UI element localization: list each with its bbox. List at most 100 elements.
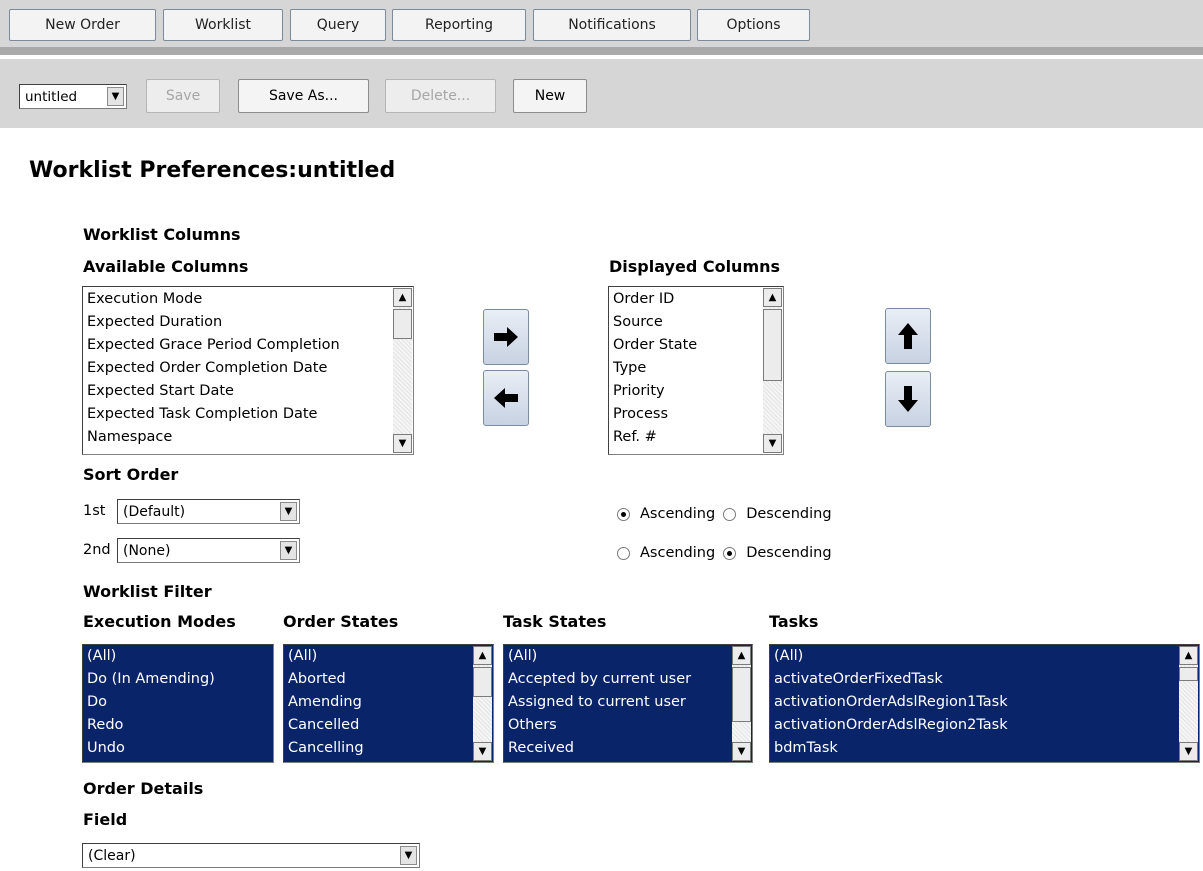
displayed-column-option[interactable]: Process bbox=[613, 403, 761, 426]
scroll-up-icon[interactable]: ▲ bbox=[473, 646, 492, 665]
tab-worklist[interactable]: Worklist bbox=[163, 9, 283, 41]
tab-reporting[interactable]: Reporting bbox=[392, 9, 526, 41]
scroll-thumb[interactable] bbox=[473, 667, 492, 697]
sort-first-select[interactable]: (Default) ▼ bbox=[117, 499, 300, 524]
task-option[interactable]: activateOrderFixedTask bbox=[774, 669, 1177, 692]
scroll-up-icon[interactable]: ▲ bbox=[1179, 646, 1198, 665]
scroll-thumb[interactable] bbox=[732, 667, 751, 722]
arrow-up-icon bbox=[898, 323, 918, 349]
order-state-option[interactable]: Amending bbox=[288, 692, 471, 715]
sort-second-descending-radio[interactable] bbox=[723, 546, 737, 560]
displayed-column-option[interactable]: Type bbox=[613, 357, 761, 380]
task-state-option[interactable]: Received bbox=[508, 738, 730, 761]
scroll-down-icon[interactable]: ▼ bbox=[1179, 742, 1198, 761]
displayed-columns-scrollbar[interactable]: ▲ ▼ bbox=[763, 288, 782, 453]
order-states-list[interactable]: (All) Aborted Amending Cancelled Cancelling … bbox=[283, 644, 494, 763]
displayed-columns-list[interactable]: Order ID Source Order State Type Priority Pro… bbox=[608, 286, 784, 455]
execution-mode-option[interactable]: Do (In Amending) bbox=[87, 669, 269, 692]
tab-query[interactable]: Query bbox=[290, 9, 386, 41]
sort-second-select[interactable]: (None) ▼ bbox=[117, 538, 300, 563]
displayed-column-option[interactable]: Ref. # bbox=[613, 426, 761, 449]
available-column-option[interactable]: Execution Mode bbox=[87, 288, 391, 311]
scroll-down-icon[interactable]: ▼ bbox=[763, 434, 782, 453]
task-option[interactable]: activationOrderAdslRegion2Task bbox=[774, 715, 1177, 738]
available-column-option[interactable]: Namespace bbox=[87, 426, 391, 449]
preference-select-value: untitled bbox=[25, 88, 78, 105]
scroll-up-icon[interactable]: ▲ bbox=[732, 646, 751, 665]
available-columns-scrollbar[interactable]: ▲ ▼ bbox=[393, 288, 412, 453]
scroll-up-icon[interactable]: ▲ bbox=[393, 288, 412, 307]
displayed-column-option[interactable]: Priority bbox=[613, 380, 761, 403]
available-column-option[interactable]: Expected Order Completion Date bbox=[87, 357, 391, 380]
order-details-heading: Order Details bbox=[83, 779, 204, 798]
order-state-option[interactable]: Cancelled bbox=[288, 715, 471, 738]
task-option[interactable]: activationOrderAdslRegion1Task bbox=[774, 692, 1177, 715]
chevron-down-icon[interactable]: ▼ bbox=[107, 87, 124, 106]
available-column-option[interactable]: Expected Start Date bbox=[87, 380, 391, 403]
task-option[interactable]: (All) bbox=[774, 646, 1177, 669]
move-column-down-button[interactable] bbox=[885, 371, 931, 427]
move-column-up-button[interactable] bbox=[885, 308, 931, 364]
execution-mode-option[interactable]: Do bbox=[87, 692, 269, 715]
arrow-down-icon bbox=[898, 386, 918, 412]
scroll-down-icon[interactable]: ▼ bbox=[393, 434, 412, 453]
delete-button[interactable]: Delete... bbox=[385, 79, 496, 113]
execution-modes-list[interactable]: (All) Do (In Amending) Do Redo Undo bbox=[82, 644, 274, 763]
task-state-option[interactable]: (All) bbox=[508, 646, 730, 669]
execution-mode-option[interactable]: Redo bbox=[87, 715, 269, 738]
chevron-down-icon[interactable]: ▼ bbox=[280, 541, 297, 560]
order-state-option[interactable]: (All) bbox=[288, 646, 471, 669]
task-state-option[interactable]: Assigned to current user bbox=[508, 692, 730, 715]
preference-select[interactable]: untitled ▼ bbox=[19, 84, 127, 109]
available-columns-list[interactable]: Execution Mode Expected Duration Expected … bbox=[82, 286, 414, 455]
scroll-down-icon[interactable]: ▼ bbox=[732, 742, 751, 761]
chevron-down-icon[interactable]: ▼ bbox=[400, 846, 417, 865]
available-column-option[interactable]: Expected Grace Period Completion bbox=[87, 334, 391, 357]
scroll-thumb[interactable] bbox=[1179, 667, 1198, 681]
scroll-thumb[interactable] bbox=[393, 309, 412, 339]
sort-order-heading: Sort Order bbox=[83, 465, 179, 484]
ascending-label: Ascending bbox=[640, 545, 716, 561]
execution-mode-option[interactable]: (All) bbox=[87, 646, 269, 669]
task-state-option[interactable]: Others bbox=[508, 715, 730, 738]
order-details-field-select[interactable]: (Clear) ▼ bbox=[82, 843, 420, 868]
sort-first-descending-radio[interactable] bbox=[723, 507, 737, 521]
sort-first-ascending-radio[interactable] bbox=[617, 507, 630, 521]
sort-second-ascending-radio[interactable] bbox=[617, 546, 630, 560]
tasks-scrollbar[interactable]: ▲ ▼ bbox=[1179, 646, 1198, 761]
scroll-down-icon[interactable]: ▼ bbox=[473, 742, 492, 761]
top-nav: New Order Worklist Query Reporting Notif… bbox=[0, 0, 1203, 47]
tab-new-order[interactable]: New Order bbox=[9, 9, 156, 41]
displayed-column-option[interactable]: Order ID bbox=[613, 288, 761, 311]
remove-column-button[interactable] bbox=[483, 370, 529, 426]
displayed-column-option[interactable]: Source bbox=[613, 311, 761, 334]
add-column-button[interactable] bbox=[483, 309, 529, 365]
save-as-button[interactable]: Save As... bbox=[238, 79, 369, 113]
order-state-option[interactable]: Cancelling bbox=[288, 738, 471, 761]
available-column-option[interactable]: Expected Task Completion Date bbox=[87, 403, 391, 426]
sort-second-value: (None) bbox=[123, 542, 171, 559]
task-state-option[interactable]: Accepted by current user bbox=[508, 669, 730, 692]
task-states-scrollbar[interactable]: ▲ ▼ bbox=[732, 646, 751, 761]
scroll-up-icon[interactable]: ▲ bbox=[763, 288, 782, 307]
displayed-column-option[interactable]: Order State bbox=[613, 334, 761, 357]
order-states-scrollbar[interactable]: ▲ ▼ bbox=[473, 646, 492, 761]
tab-notifications[interactable]: Notifications bbox=[533, 9, 691, 41]
available-column-option[interactable]: Expected Duration bbox=[87, 311, 391, 334]
field-select-value: (Clear) bbox=[88, 847, 136, 864]
tab-options[interactable]: Options bbox=[697, 9, 810, 41]
sort-second-direction: Ascending Descending bbox=[617, 545, 832, 561]
task-states-list[interactable]: (All) Accepted by current user Assigned to… bbox=[503, 644, 753, 763]
task-option[interactable]: bdmTask bbox=[774, 738, 1177, 761]
order-state-option[interactable]: Aborted bbox=[288, 669, 471, 692]
arrow-right-icon bbox=[494, 327, 518, 347]
save-button[interactable]: Save bbox=[146, 79, 220, 113]
chevron-down-icon[interactable]: ▼ bbox=[280, 502, 297, 521]
task-states-label: Task States bbox=[503, 612, 607, 631]
execution-mode-option[interactable]: Undo bbox=[87, 738, 269, 761]
ascending-label: Ascending bbox=[640, 506, 716, 522]
descending-label: Descending bbox=[746, 506, 832, 522]
scroll-thumb[interactable] bbox=[763, 309, 782, 381]
tasks-list[interactable]: (All) activateOrderFixedTask activationOrd… bbox=[769, 644, 1200, 763]
new-button[interactable]: New bbox=[513, 79, 587, 113]
